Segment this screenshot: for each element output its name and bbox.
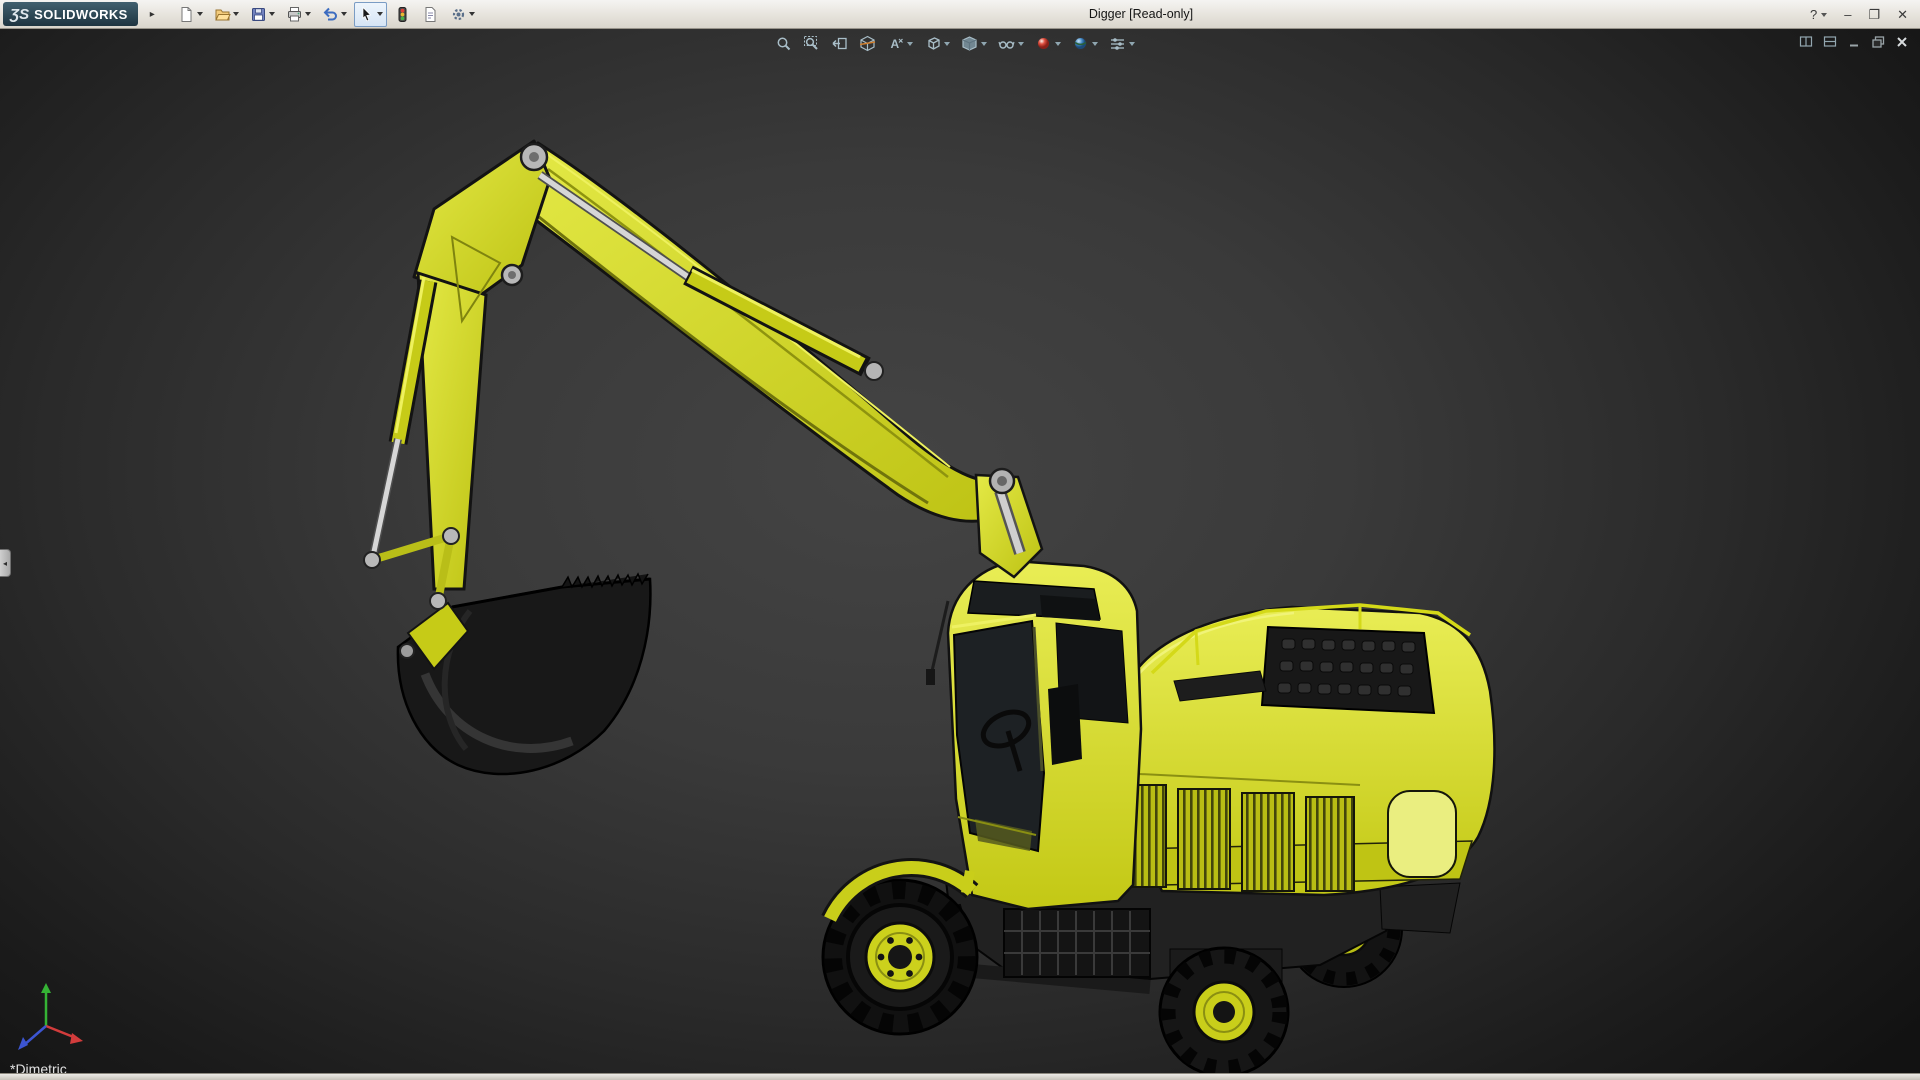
engine-housing[interactable] [1114, 605, 1494, 895]
print-button[interactable] [282, 2, 315, 27]
help-button[interactable]: ? [1810, 0, 1827, 29]
front-right-wheel[interactable] [1160, 948, 1288, 1073]
zoom-to-area-button[interactable] [800, 33, 823, 54]
annotation-icon: A [887, 35, 904, 52]
dropdown-caret-icon[interactable] [305, 12, 311, 16]
3ds-logo-icon: ƷS [10, 6, 29, 23]
expand-panel-arrow-icon: ◂ [3, 559, 7, 568]
dropdown-caret-icon[interactable] [377, 12, 383, 16]
open-button[interactable] [210, 2, 243, 27]
document-title: Digger [Read-only] [1089, 7, 1193, 21]
print-icon [286, 6, 303, 23]
boom-arm[interactable] [364, 141, 1042, 658]
bucket-cylinder [372, 277, 428, 561]
help-icon: ? [1810, 0, 1817, 29]
view-settings-icon [1109, 35, 1126, 52]
section-view-button[interactable] [856, 33, 879, 54]
view-orientation-button[interactable] [921, 33, 953, 54]
svg-text:A: A [891, 37, 900, 51]
title-bar: ƷS SOLIDWORKS ▸ [0, 0, 1920, 29]
status-bar [0, 1073, 1920, 1080]
intake-grille [1262, 627, 1434, 713]
restore-document-button[interactable] [1871, 35, 1886, 49]
options-gear-icon [450, 6, 467, 23]
cab[interactable] [926, 561, 1141, 909]
undo-arrow-icon [322, 6, 339, 23]
view-cube-icon [924, 35, 941, 52]
feature-panel-expand-tab[interactable]: ◂ [0, 549, 11, 577]
split-view-vertical-button[interactable] [1799, 35, 1814, 49]
dropdown-caret-icon[interactable] [233, 12, 239, 16]
dropdown-caret-icon [1821, 13, 1827, 17]
rebuild-traffic-light-icon [394, 6, 411, 23]
zoom-to-area-icon [803, 35, 820, 52]
save-button[interactable] [246, 2, 279, 27]
view-settings-button[interactable] [1106, 33, 1138, 54]
seat [1048, 684, 1082, 765]
dropdown-caret-icon[interactable] [197, 12, 203, 16]
file-properties-icon [422, 6, 439, 23]
display-style-button[interactable] [958, 33, 990, 54]
close-document-button[interactable] [1895, 35, 1910, 49]
dropdown-caret-icon[interactable] [341, 12, 347, 16]
hide-show-items-button[interactable] [995, 33, 1027, 54]
undo-button[interactable] [318, 2, 351, 27]
split-view-horizontal-button[interactable] [1823, 35, 1838, 49]
shaded-cube-icon [961, 35, 978, 52]
new-document-icon [178, 6, 195, 23]
previous-view-button[interactable] [828, 33, 851, 54]
window-controls: ? – ❐ ✕ [1810, 0, 1908, 29]
dropdown-caret-icon[interactable] [1018, 42, 1024, 46]
reference-triad [0, 959, 110, 1069]
mirror-arm [932, 601, 948, 671]
model-digger[interactable] [0, 29, 1920, 1073]
dropdown-caret-icon[interactable] [944, 42, 950, 46]
minimize-button[interactable]: – [1844, 0, 1851, 29]
minimize-document-button[interactable] [1847, 35, 1862, 49]
dropdown-caret-icon[interactable] [907, 42, 913, 46]
dropdown-caret-icon[interactable] [1129, 42, 1135, 46]
dropdown-caret-icon[interactable] [981, 42, 987, 46]
main-toolbar [174, 2, 479, 27]
heads-up-view-toolbar: A [772, 33, 1138, 54]
maximize-button[interactable]: ❐ [1868, 0, 1880, 29]
glasses-icon [998, 35, 1015, 52]
zoom-to-fit-icon [775, 35, 792, 52]
dynamic-annotation-views-button[interactable]: A [884, 33, 916, 54]
triad-z-axis [24, 1026, 46, 1045]
dropdown-caret-icon[interactable] [1055, 42, 1061, 46]
mirror [926, 669, 935, 685]
graphics-viewport[interactable]: A [0, 29, 1920, 1073]
rear-panel [1388, 791, 1456, 877]
dropdown-caret-icon[interactable] [469, 12, 475, 16]
brand-name: SOLIDWORKS [34, 7, 128, 22]
apply-scene-button[interactable] [1069, 33, 1101, 54]
file-properties-button[interactable] [418, 2, 443, 27]
appearance-ball-icon [1035, 35, 1052, 52]
solidworks-logo: ƷS SOLIDWORKS [3, 2, 138, 26]
open-folder-icon [214, 6, 231, 23]
view-orientation-label: *Dimetric [10, 1061, 67, 1073]
select-button[interactable] [354, 2, 387, 27]
save-floppy-icon [250, 6, 267, 23]
previous-view-icon [831, 35, 848, 52]
windshield [954, 621, 1044, 851]
dropdown-caret-icon[interactable] [1092, 42, 1098, 46]
section-view-icon [859, 35, 876, 52]
document-window-controls [1799, 35, 1910, 49]
dropdown-caret-icon[interactable] [269, 12, 275, 16]
options-button[interactable] [446, 2, 479, 27]
step-grating [1004, 909, 1150, 977]
select-cursor-icon [358, 6, 375, 23]
edit-appearance-button[interactable] [1032, 33, 1064, 54]
rebuild-button[interactable] [390, 2, 415, 27]
scene-globe-icon [1072, 35, 1089, 52]
menu-expand-arrow-icon[interactable]: ▸ [150, 9, 155, 20]
zoom-to-fit-button[interactable] [772, 33, 795, 54]
new-document-button[interactable] [174, 2, 207, 27]
close-button[interactable]: ✕ [1897, 0, 1908, 29]
